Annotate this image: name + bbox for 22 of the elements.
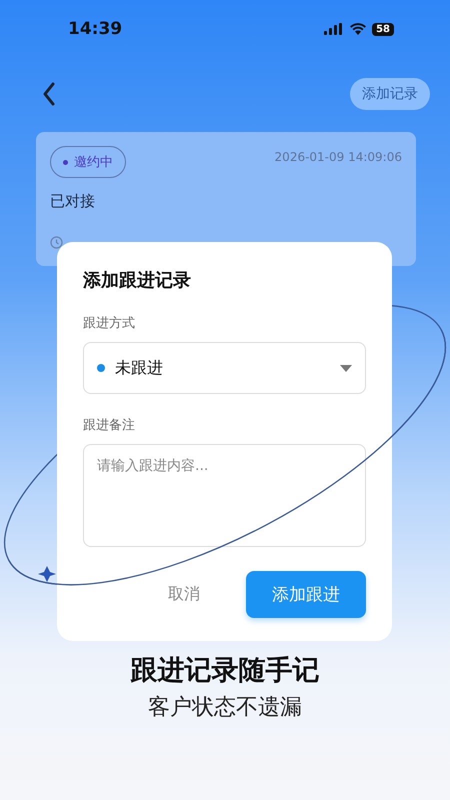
back-icon[interactable] [42,82,56,106]
status-dot [97,364,105,372]
dialog-title: 添加跟进记录 [83,269,192,292]
field-label: 跟进方式 [83,315,136,332]
clock-icon [50,236,63,249]
dropdown-caret-icon [340,364,352,372]
cancel-button[interactable]: 取消 [162,583,206,606]
sparkle-icon [38,566,56,582]
record-content: 已对接 [50,192,96,211]
method-select[interactable]: 未跟进 [83,342,366,394]
field-label: 跟进备注 [83,417,136,434]
wifi-icon [350,23,366,35]
note-field[interactable]: 请输入跟进内容... [83,444,366,547]
status-time: 14:39 [68,19,122,39]
add-record-button[interactable]: 添加记录 [350,78,430,110]
record-datetime: 2026-01-09 14:09:06 [274,150,402,164]
tagline-title: 跟进记录随手记 [130,654,320,688]
status-tag: 邀约中 [50,146,126,178]
battery-level: 58 [372,22,394,36]
tagline-subtitle: 客户状态不遗漏 [147,694,303,722]
submit-button[interactable]: 添加跟进 [246,571,366,618]
signal-icon [324,23,344,35]
